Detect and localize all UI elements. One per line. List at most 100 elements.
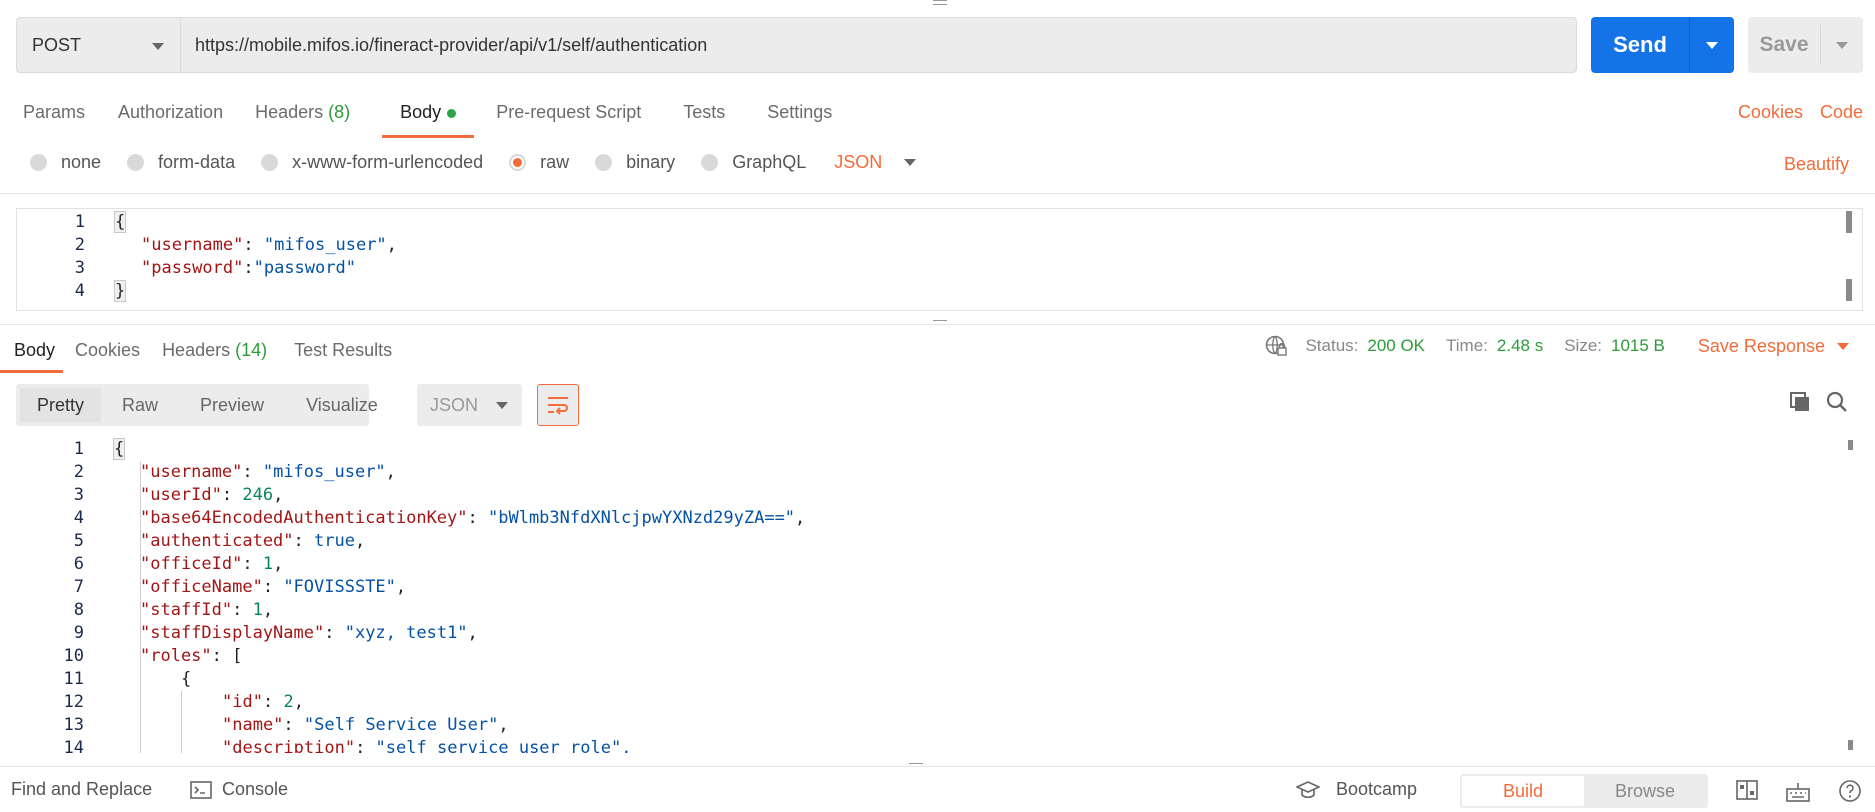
tab-authorization[interactable]: Authorization (118, 94, 223, 134)
wrap-lines-icon (546, 395, 570, 415)
line-number: 11 (63, 669, 84, 689)
response-body-viewer[interactable]: 1{ 2 "username": "mifos_user", 3 "userId":… (16, 438, 1863, 753)
url-input[interactable]: https://mobile.mifos.io/fineract-provide… (181, 17, 1577, 73)
line-number: 5 (73, 531, 84, 551)
size-label: Size: (1564, 336, 1603, 355)
response-tab-body[interactable]: Body (0, 332, 64, 373)
footer-label: Bootcamp (1336, 779, 1418, 799)
tab-label: Authorization (118, 102, 224, 122)
tab-label: Body (400, 102, 442, 122)
line-number: 4 (73, 508, 84, 528)
view-tab-preview[interactable]: Preview (179, 388, 285, 422)
tab-body[interactable]: Body (382, 94, 475, 138)
tab-settings[interactable]: Settings (767, 94, 832, 134)
help-icon[interactable] (1838, 779, 1862, 803)
status-value: 200 OK (1367, 336, 1426, 355)
send-dropdown[interactable] (1690, 41, 1734, 49)
send-button[interactable]: Send (1591, 17, 1734, 73)
json-key: "id" (222, 692, 263, 712)
save-response-button[interactable]: Save Response (1698, 336, 1849, 357)
code-link[interactable]: Code (1820, 102, 1863, 123)
radio-raw[interactable]: raw (509, 152, 569, 173)
response-tab-headers[interactable]: Headers (14) (162, 332, 267, 370)
line-number: 3 (74, 258, 85, 278)
method-label: POST (32, 34, 82, 55)
body-format-select[interactable]: JSON (834, 152, 917, 173)
radio-label: raw (540, 152, 570, 172)
json-value: "xyz, test1" (344, 623, 468, 643)
build-toggle[interactable]: Build (1462, 776, 1584, 806)
radio-graphql[interactable]: GraphQL (701, 152, 806, 173)
line-number: 2 (74, 235, 85, 255)
browse-toggle[interactable]: Browse (1584, 776, 1706, 806)
response-scrollbar[interactable] (1848, 440, 1853, 450)
line-number: 12 (63, 692, 84, 712)
beautify-link[interactable]: Beautify (1784, 154, 1849, 175)
radio-binary[interactable]: binary (595, 152, 675, 173)
line-number: 14 (63, 738, 84, 753)
json-key: "base64EncodedAuthenticationKey" (140, 508, 468, 528)
request-body-editor[interactable]: 1{ 2 "username": "mifos_user", 3 "password… (16, 208, 1863, 311)
find-replace-button[interactable]: Find and Replace (11, 779, 152, 800)
tab-label: Pretty (37, 394, 85, 415)
tab-label: Test Results (294, 340, 393, 360)
json-key: "staffDisplayName" (140, 623, 325, 643)
top-resize-handle[interactable] (933, 0, 947, 5)
headers-count: (8) (328, 102, 351, 122)
response-tabs: Body Cookies Headers (14) Test Results (0, 332, 405, 373)
section-divider (0, 324, 1875, 325)
keyboard-shortcuts-icon[interactable] (1786, 780, 1810, 802)
radio-label: none (61, 152, 102, 172)
search-icon[interactable] (1825, 390, 1849, 419)
tab-label: Headers (255, 102, 324, 122)
line-number: 2 (73, 462, 84, 482)
view-tab-pretty[interactable]: Pretty (20, 388, 102, 422)
save-dropdown[interactable] (1821, 41, 1863, 49)
response-tab-cookies[interactable]: Cookies (75, 332, 140, 370)
radio-none[interactable]: none (30, 152, 101, 173)
response-tab-test-results[interactable]: Test Results (294, 332, 392, 370)
editor-scrollbar-bottom[interactable] (1846, 279, 1852, 301)
response-format-select[interactable]: JSON (417, 384, 522, 426)
method-select[interactable]: POST (16, 17, 181, 73)
console-button[interactable]: Console (190, 779, 288, 800)
json-value: "FOVISSSTE" (283, 577, 396, 597)
bootcamp-button[interactable]: Bootcamp (1296, 779, 1417, 800)
active-tab-underline (0, 370, 64, 373)
editor-scrollbar-top[interactable] (1846, 211, 1852, 233)
tab-headers[interactable]: Headers (8) (255, 94, 350, 134)
globe-lock-icon[interactable] (1264, 334, 1288, 358)
headers-count: (14) (235, 340, 268, 360)
copy-icon[interactable] (1788, 390, 1812, 419)
format-label: JSON (430, 394, 479, 415)
tab-label: Settings (767, 102, 833, 122)
body-type-options: none form-data x-www-form-urlencoded raw… (30, 152, 917, 173)
chevron-down-icon (152, 43, 164, 50)
wrap-lines-button[interactable] (537, 384, 579, 426)
tab-pre-request-script[interactable]: Pre-request Script (496, 94, 641, 134)
json-value: true (314, 531, 355, 551)
save-button[interactable]: Save (1748, 17, 1863, 73)
view-tab-visualize[interactable]: Visualize (285, 388, 399, 422)
line-number: 4 (74, 281, 85, 301)
cookies-link[interactable]: Cookies (1738, 102, 1803, 123)
radio-urlencoded[interactable]: x-www-form-urlencoded (261, 152, 483, 173)
two-pane-view-icon[interactable] (1736, 780, 1758, 800)
radio-circle (595, 154, 613, 171)
json-key: "officeId" (140, 554, 243, 574)
time-label: Time: (1446, 336, 1488, 355)
radio-form-data[interactable]: form-data (127, 152, 235, 173)
radio-circle (261, 154, 279, 171)
tab-tests[interactable]: Tests (683, 94, 725, 134)
radio-label: x-www-form-urlencoded (292, 152, 484, 172)
tab-label: Cookies (75, 340, 141, 360)
chevron-down-icon (904, 159, 917, 166)
line-number: 1 (74, 212, 85, 232)
tab-label: Raw (122, 394, 159, 415)
response-scrollbar-bottom[interactable] (1848, 740, 1853, 750)
json-key: "username" (140, 462, 243, 482)
tab-params[interactable]: Params (23, 94, 85, 134)
view-tab-raw[interactable]: Raw (101, 388, 179, 422)
line-number: 10 (63, 646, 84, 666)
radio-label: binary (626, 152, 676, 172)
